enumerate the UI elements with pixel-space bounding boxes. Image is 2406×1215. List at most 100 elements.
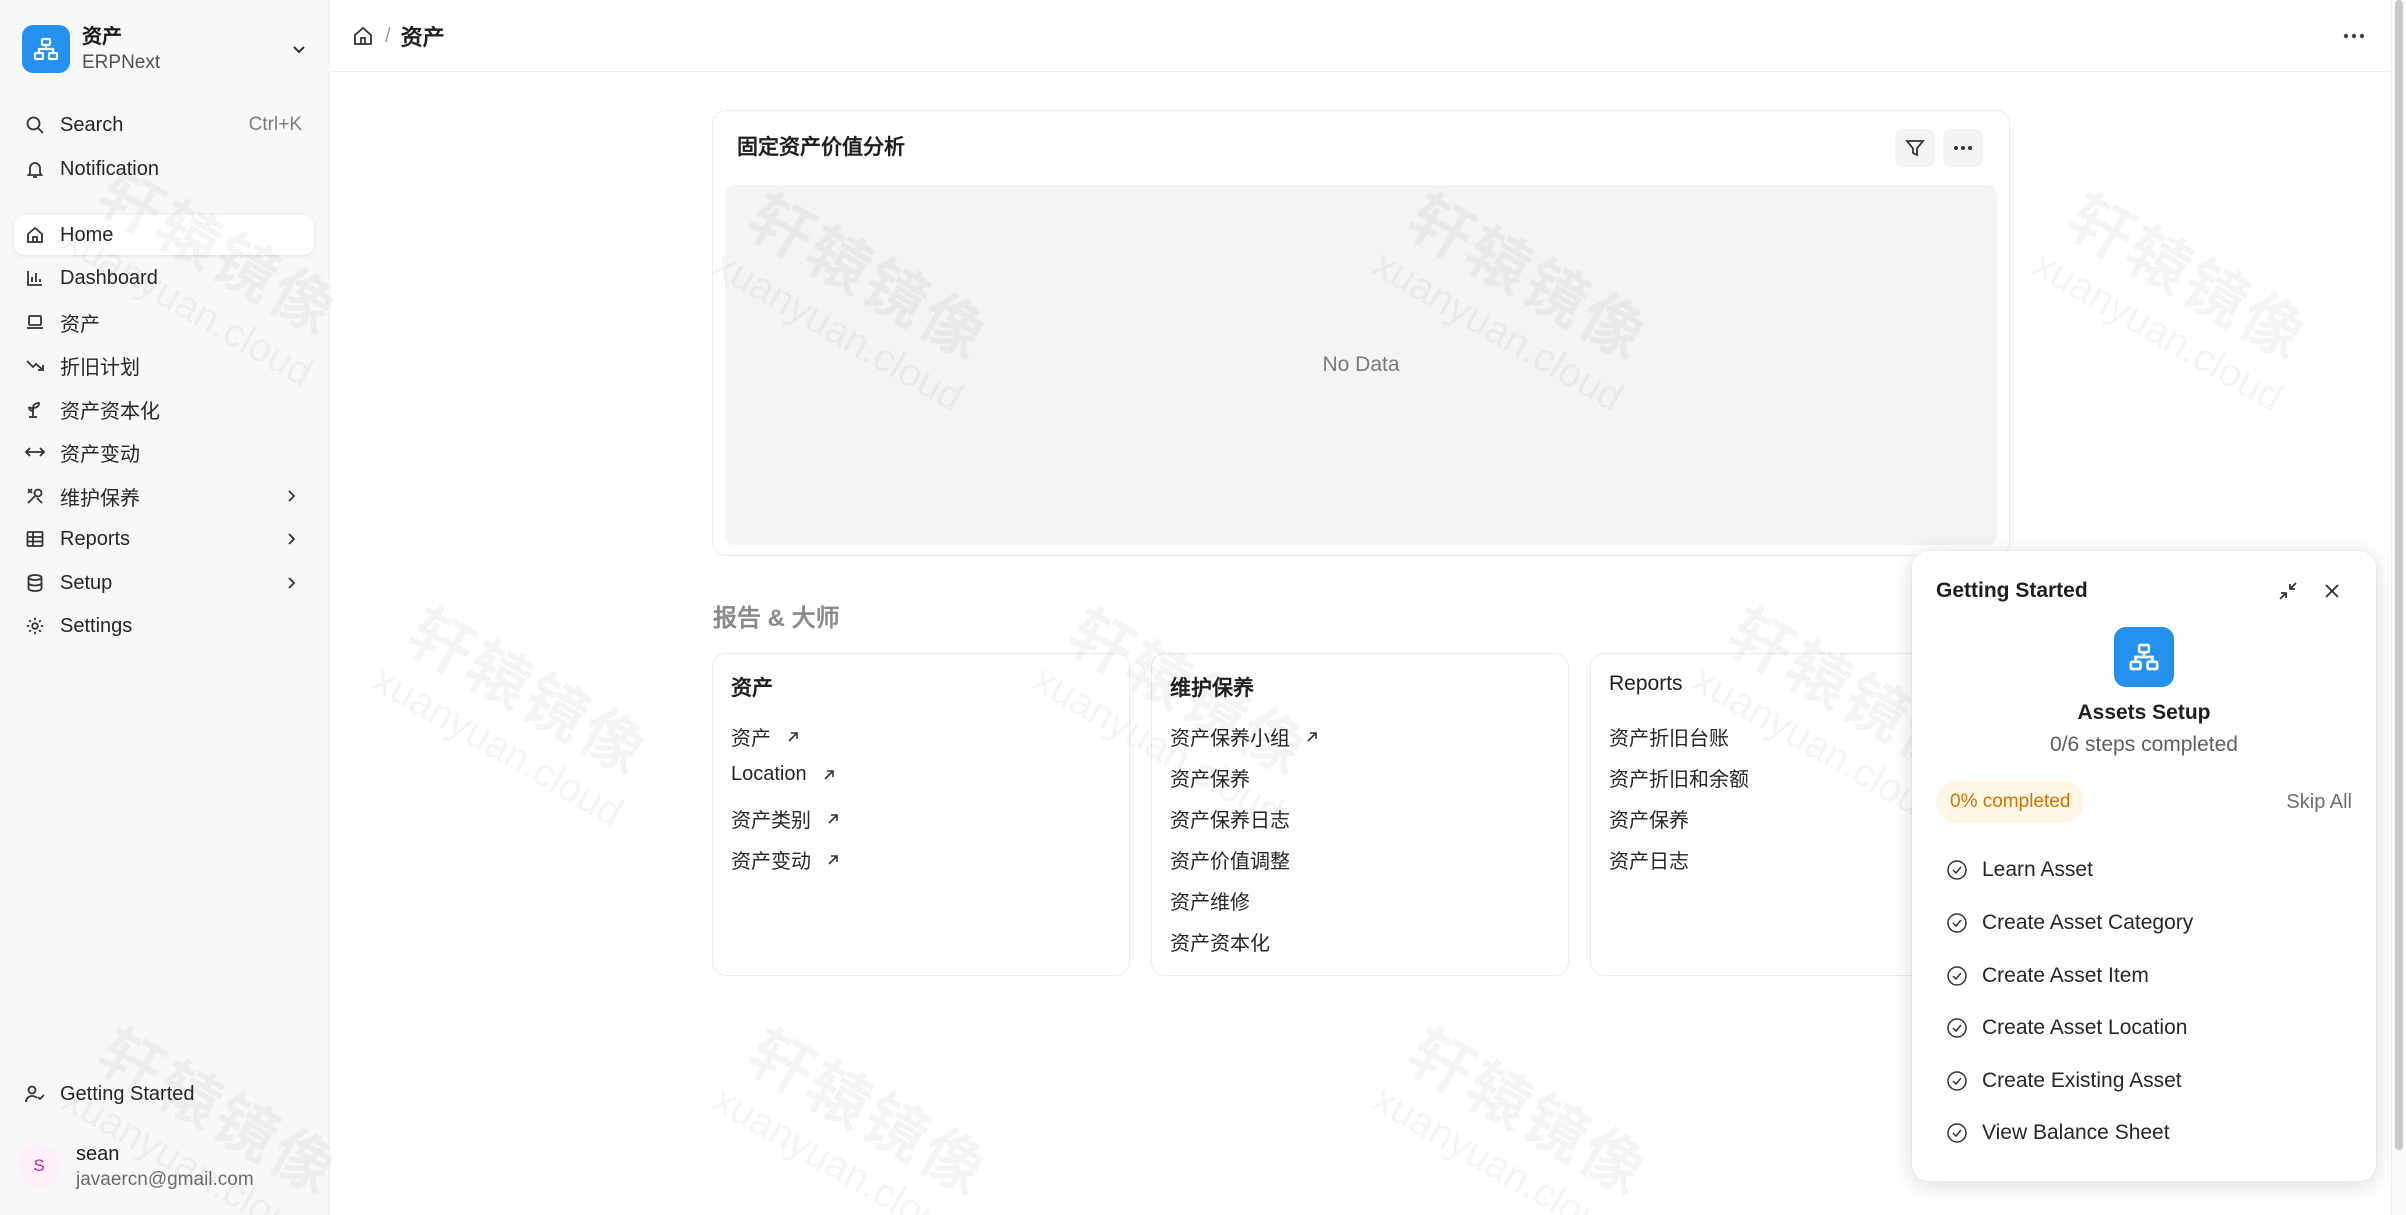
card-link[interactable]: 资产折旧和余额 [1609,763,1749,792]
card-link[interactable]: 资产价值调整 [1170,845,1290,874]
skip-all-button[interactable]: Skip All [2286,791,2352,814]
sprout-icon [24,398,46,420]
sidebar-item-asset-movement[interactable]: 资产变动 [14,432,314,472]
tools-icon [24,485,46,507]
card-link[interactable]: 资产资本化 [1170,927,1270,956]
card-title: 资产 [731,677,773,700]
close-icon [2325,584,2339,598]
watermark: 轩辕镜像xuanyuan.cloud [2025,164,2335,421]
getting-started-button[interactable]: Getting Started [14,1074,314,1114]
breadcrumb: / 资产 [351,20,445,52]
step-item[interactable]: Create Asset Item [1946,964,2149,988]
sidebar-item-settings[interactable]: Settings [14,606,314,646]
sidebar-item-asset-capitalization[interactable]: 资产资本化 [14,389,314,429]
arrow-up-right-icon [788,731,798,742]
user-menu[interactable]: S sean javaercn@gmail.com [18,1136,318,1196]
sidebar-item-label: Dashboard [60,266,158,289]
sidebar: 资产 ERPNext Search Ctrl+K Notification Ho… [0,0,330,1215]
search-icon [24,114,46,136]
topbar: / 资产 [331,0,2391,72]
card-link[interactable]: 资产保养小组 [1170,722,1320,751]
card-link[interactable]: 资产保养 [1609,804,1689,833]
check-circle-icon [1947,860,1967,880]
card-link[interactable]: 资产类别 [731,804,841,833]
card-link[interactable]: 资产变动 [731,845,841,874]
watermark: 轩辕镜像xuanyuan.cloud [705,999,1015,1215]
gear-icon [24,615,46,637]
arrows-horizontal-icon [24,441,46,463]
user-name: sean [76,1142,120,1165]
sidebar-item-label: 维护保养 [60,487,140,510]
bar-chart-icon [24,267,46,289]
home-icon[interactable] [351,24,375,48]
notification-button[interactable]: Notification [14,149,314,189]
notification-label: Notification [60,157,159,180]
breadcrumb-separator: / [385,24,391,47]
sidebar-item-home[interactable]: Home [14,215,314,255]
breadcrumb-current[interactable]: 资产 [401,20,445,52]
steps-completed: 0/6 steps completed [2050,733,2238,756]
minimize-button[interactable] [2274,577,2302,605]
sidebar-item-reports[interactable]: Reports [14,519,314,559]
chart-more-button[interactable] [1943,129,1983,167]
card-link[interactable]: 资产折旧台账 [1609,722,1729,751]
chart-card: 固定资产价值分析 No Data [712,110,2010,556]
chevron-right-icon [288,533,296,545]
check-circle-icon [1947,966,1967,986]
step-item[interactable]: View Balance Sheet [1946,1121,2170,1145]
check-circle-icon [1947,1123,1967,1143]
more-horizontal-icon [1954,146,1972,150]
check-circle-icon [1947,1018,1967,1038]
app-title: 资产 [82,25,122,48]
user-email: javaercn@gmail.com [76,1168,254,1190]
card-title: 维护保养 [1170,677,1254,700]
more-options-button[interactable] [2339,22,2369,50]
filter-button[interactable] [1895,129,1935,167]
close-button[interactable] [2318,577,2346,605]
sidebar-item-depreciation-schedule[interactable]: 折旧计划 [14,345,314,385]
card-link[interactable]: 资产保养 [1170,763,1250,792]
sidebar-item-label: 折旧计划 [60,356,140,379]
sidebar-item-assets[interactable]: 资产 [14,302,314,342]
sidebar-item-maintenance[interactable]: 维护保养 [14,476,314,516]
watermark: 轩辕镜像xuanyuan.cloud [365,579,675,836]
setup-name: Assets Setup [2077,701,2211,724]
card-title: Reports [1609,672,1683,695]
card-link[interactable]: Location [731,763,837,786]
step-item[interactable]: Create Asset Location [1946,1016,2187,1040]
search-button[interactable]: Search Ctrl+K [14,105,314,145]
sidebar-item-label: Reports [60,527,131,550]
chart-area: No Data [725,185,1997,545]
arrow-up-right-icon [1307,731,1317,742]
more-horizontal-icon [2343,33,2365,39]
step-item[interactable]: Learn Asset [1946,858,2093,882]
card-link[interactable]: 资产保养日志 [1170,804,1290,833]
sidebar-item-dashboard[interactable]: Dashboard [14,258,314,298]
chevron-right-icon [288,490,296,502]
sidebar-item-label: 资产变动 [60,443,140,466]
card-link[interactable]: 资产日志 [1609,845,1689,874]
check-circle-icon [1947,913,1967,933]
trend-down-icon [24,354,46,376]
app-switcher[interactable]: 资产 ERPNext [22,22,310,76]
user-check-icon [24,1083,46,1105]
laptop-icon [24,311,46,333]
no-data-text: No Data [1322,353,1400,376]
filter-icon [1905,140,1925,157]
card-link[interactable]: 资产 [731,722,801,751]
database-icon [24,572,46,594]
chevron-down-icon [293,46,305,54]
avatar: S [18,1145,60,1187]
report-card-assets: 资产 资产 Location 资产类别 资产变动 [712,653,1130,976]
step-item[interactable]: Create Existing Asset [1946,1069,2182,1093]
progress-badge: 0% completed [1936,781,2085,823]
assets-setup-icon [2114,627,2174,687]
card-link[interactable]: 资产维修 [1170,886,1250,915]
watermark: 轩辕镜像xuanyuan.cloud [1365,999,1675,1215]
step-item[interactable]: Create Asset Category [1946,911,2193,935]
sidebar-item-setup[interactable]: Setup [14,563,314,603]
scrollbar-thumb[interactable] [2395,0,2403,1150]
arrow-up-right-icon [824,769,834,780]
table-icon [24,528,46,550]
report-card-maintenance: 维护保养 资产保养小组 资产保养 资产保养日志 资产价值调整 资产维修 资产资本… [1151,653,1569,976]
